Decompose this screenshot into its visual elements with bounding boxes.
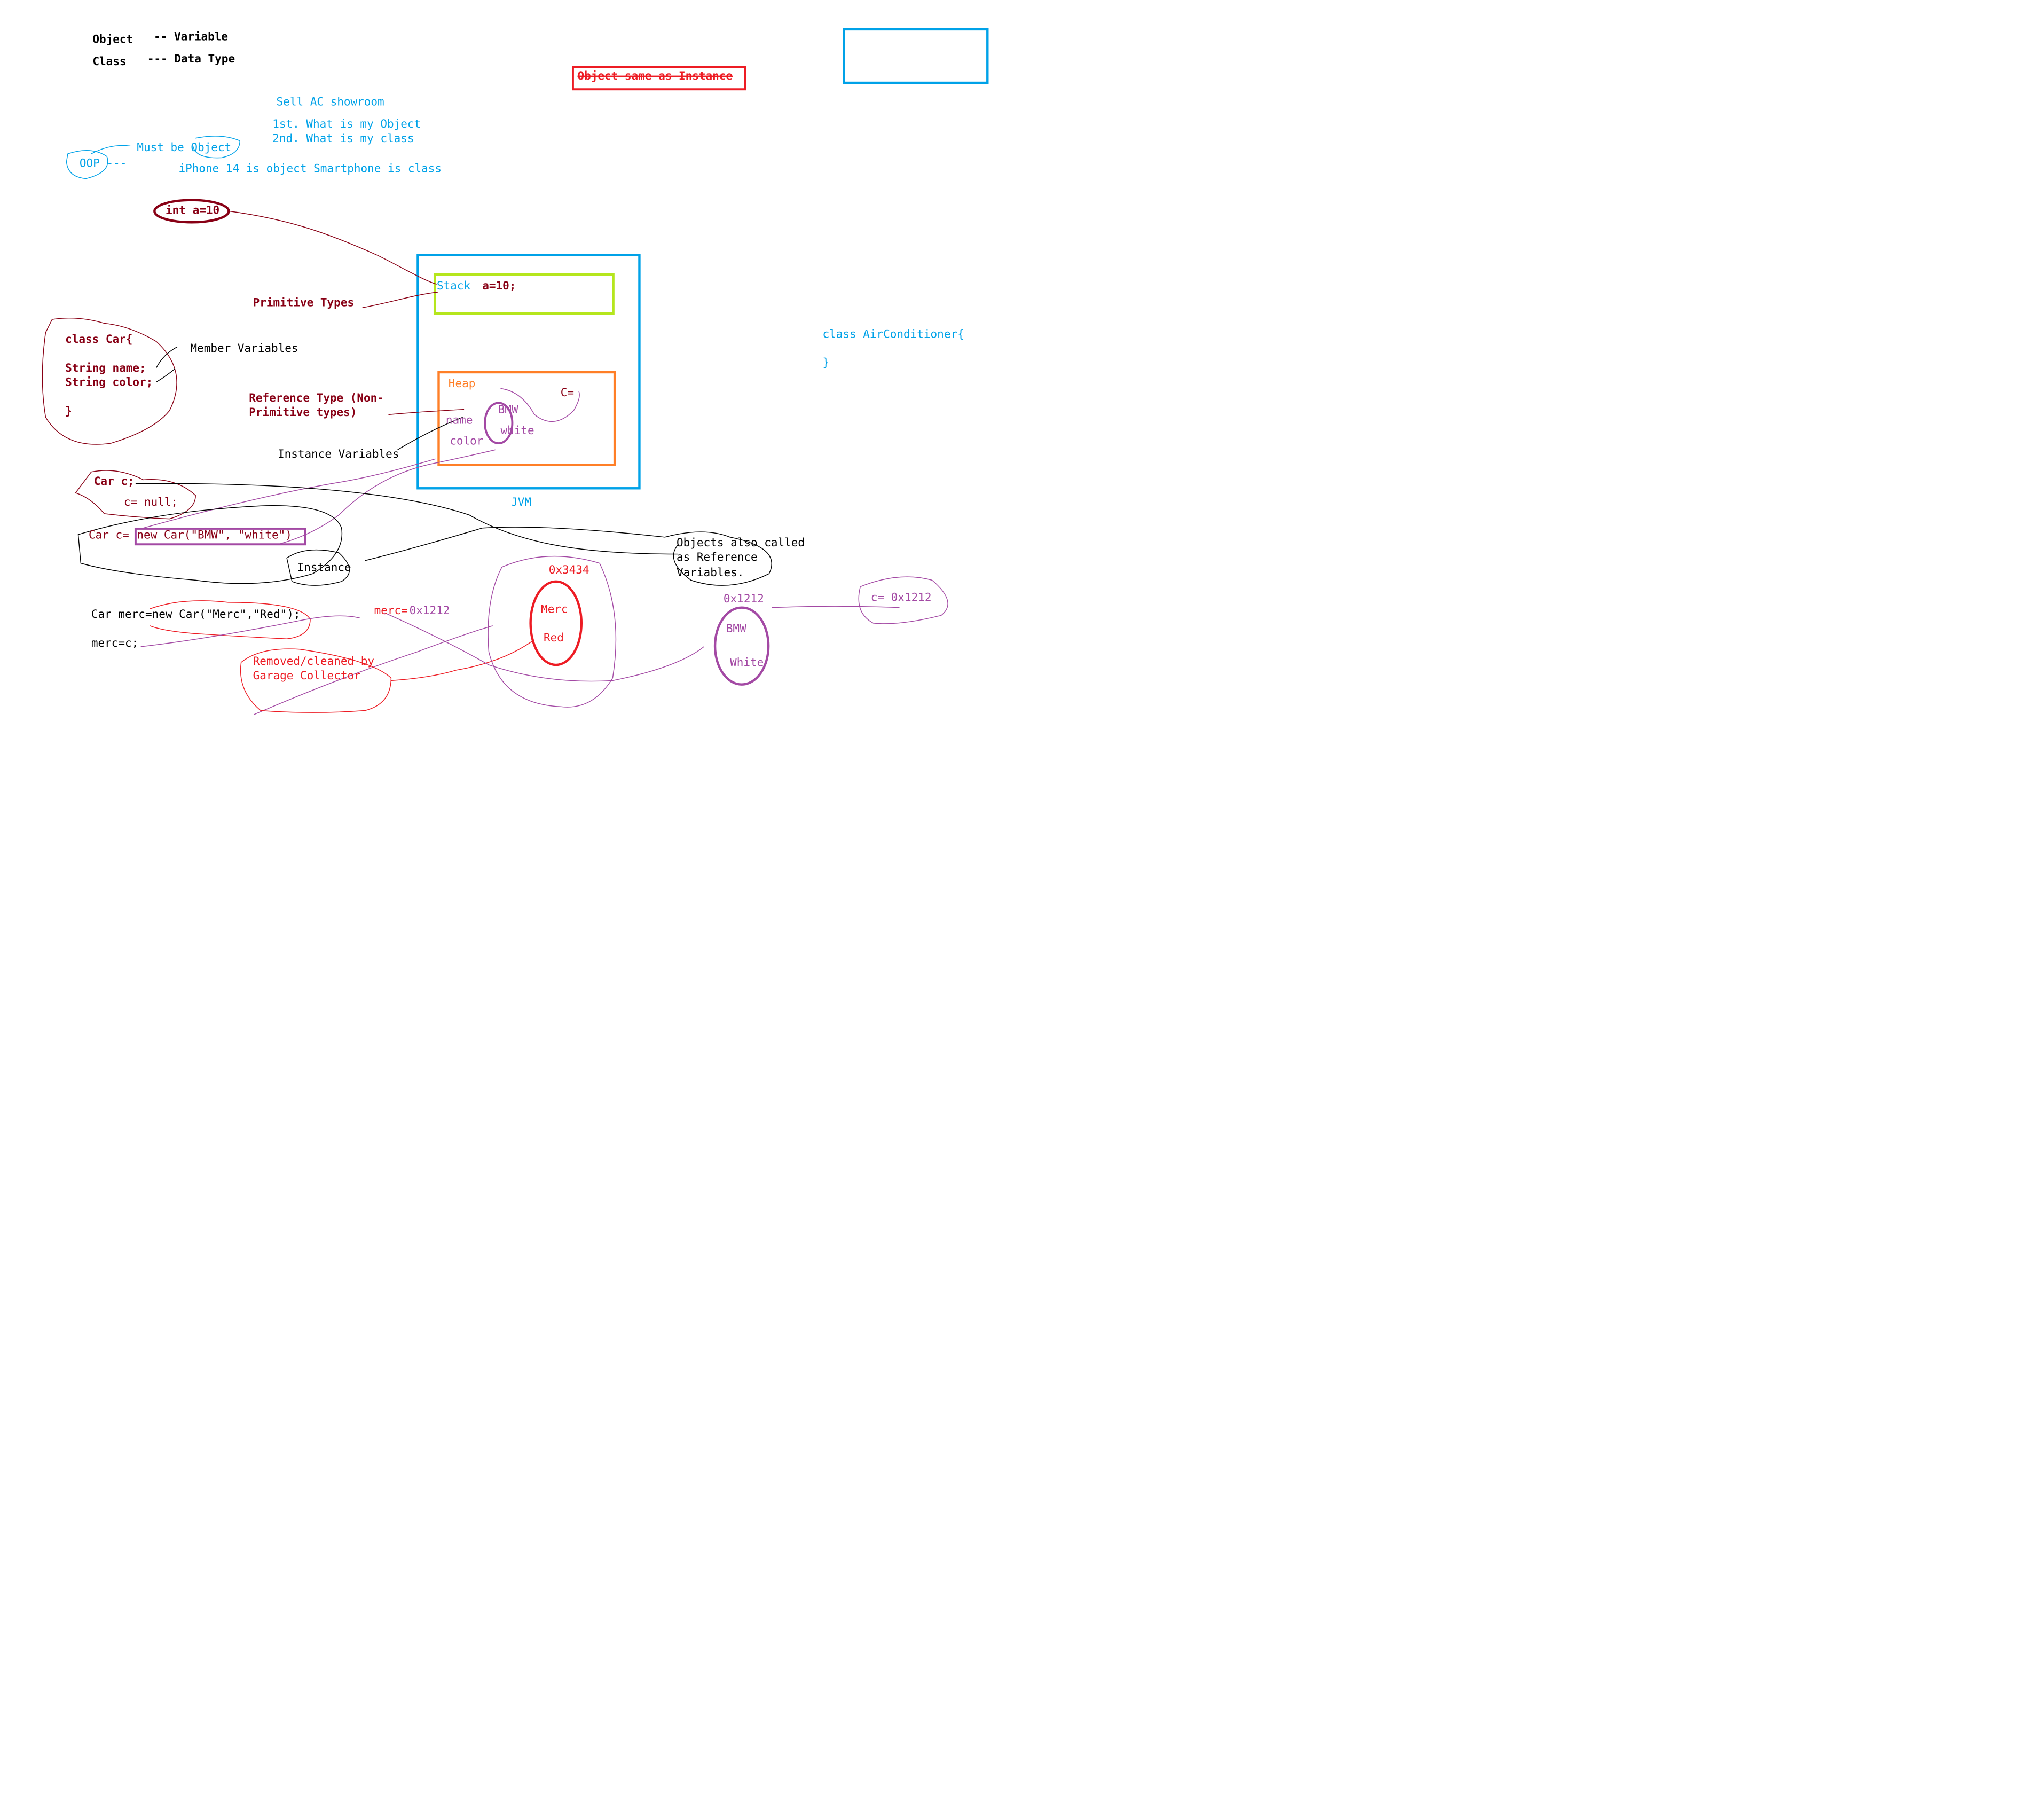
reference-type-line2: Primitive types) xyxy=(249,406,357,420)
code-car-c: Car c; xyxy=(93,476,135,489)
bmw-object-ellipse xyxy=(713,606,770,686)
code-car-c-eq: Car c= xyxy=(89,529,129,543)
heap-name-field: name xyxy=(445,414,473,428)
address-0x1212: 0x1212 xyxy=(723,593,764,607)
bmw-name-value: BMW xyxy=(726,623,746,637)
stack-value: a=10; xyxy=(482,280,516,294)
must-be-object-note: Must be Object xyxy=(137,142,232,155)
class-ac-line1: class AirConditioner{ xyxy=(822,328,964,342)
objects-also-line2: as Reference xyxy=(677,551,758,565)
reference-type-line1: Reference Type (Non- xyxy=(249,392,384,406)
code-merc-eq-c: merc=c; xyxy=(91,637,139,651)
merc-ref-address: 0x1212 xyxy=(409,605,450,618)
stack-label: Stack xyxy=(436,280,471,294)
instance-label: Instance xyxy=(297,562,351,575)
objects-also-line3: Variables. xyxy=(677,567,744,581)
empty-blue-box xyxy=(843,28,989,84)
primitive-types-label: Primitive Types xyxy=(253,297,355,311)
heap-white-value: white xyxy=(500,425,534,438)
jvm-label: JVM xyxy=(510,497,531,510)
class-car-line1: class Car{ xyxy=(65,333,133,347)
removed-note-line1: Removed/cleaned by xyxy=(253,655,374,669)
instance-variables-label: Instance Variables xyxy=(277,448,399,462)
sell-ac-note: Sell AC showroom xyxy=(276,96,384,110)
int-a-label: int a=10 xyxy=(166,205,220,218)
oop-label: OOP --- xyxy=(79,158,127,171)
removed-note-line2: Garage Collector xyxy=(253,670,361,684)
merc-ref-prefix: merc= xyxy=(374,605,408,618)
object-label: Object xyxy=(92,34,133,47)
objects-also-line1: Objects also called xyxy=(677,537,805,551)
object-definition: -- Variable xyxy=(154,31,229,45)
code-c-null: c= null; xyxy=(123,497,178,510)
first-question: 1st. What is my Object xyxy=(272,119,421,132)
merc-object-ellipse xyxy=(529,580,583,666)
iphone-note: iPhone 14 is object Smartphone is class xyxy=(178,163,442,176)
class-label: Class xyxy=(92,56,127,69)
heap-c-ref: C= xyxy=(560,387,575,401)
merc-color-value: Red xyxy=(544,632,564,646)
class-car-line4: } xyxy=(65,405,72,419)
merc-name-value: Merc xyxy=(541,603,568,617)
code-car-merc: Car merc=new Car("Merc","Red"); xyxy=(91,609,301,622)
whiteboard-canvas: Object -- Variable Class --- Data Type O… xyxy=(0,0,2044,1812)
class-definition: --- Data Type xyxy=(147,53,235,67)
class-car-line3: String color; xyxy=(65,376,153,390)
heap-label: Heap xyxy=(448,378,476,391)
bmw-color-value: White xyxy=(730,657,764,670)
code-new-car: new Car("BMW", "white") xyxy=(137,529,292,543)
class-car-line2: String name; xyxy=(65,362,146,376)
object-same-instance-note: Object same as Instance xyxy=(577,70,733,84)
heap-bmw-value: BMW xyxy=(498,404,518,418)
c-ref-address: c= 0x1212 xyxy=(870,592,932,605)
ink-strokes xyxy=(42,28,989,715)
address-0x3434: 0x3434 xyxy=(548,564,589,578)
class-ac-line2: } xyxy=(822,357,830,371)
heap-color-field: color xyxy=(450,435,484,449)
second-question: 2nd. What is my class xyxy=(272,133,414,146)
member-variables-label: Member Variables xyxy=(190,343,298,356)
